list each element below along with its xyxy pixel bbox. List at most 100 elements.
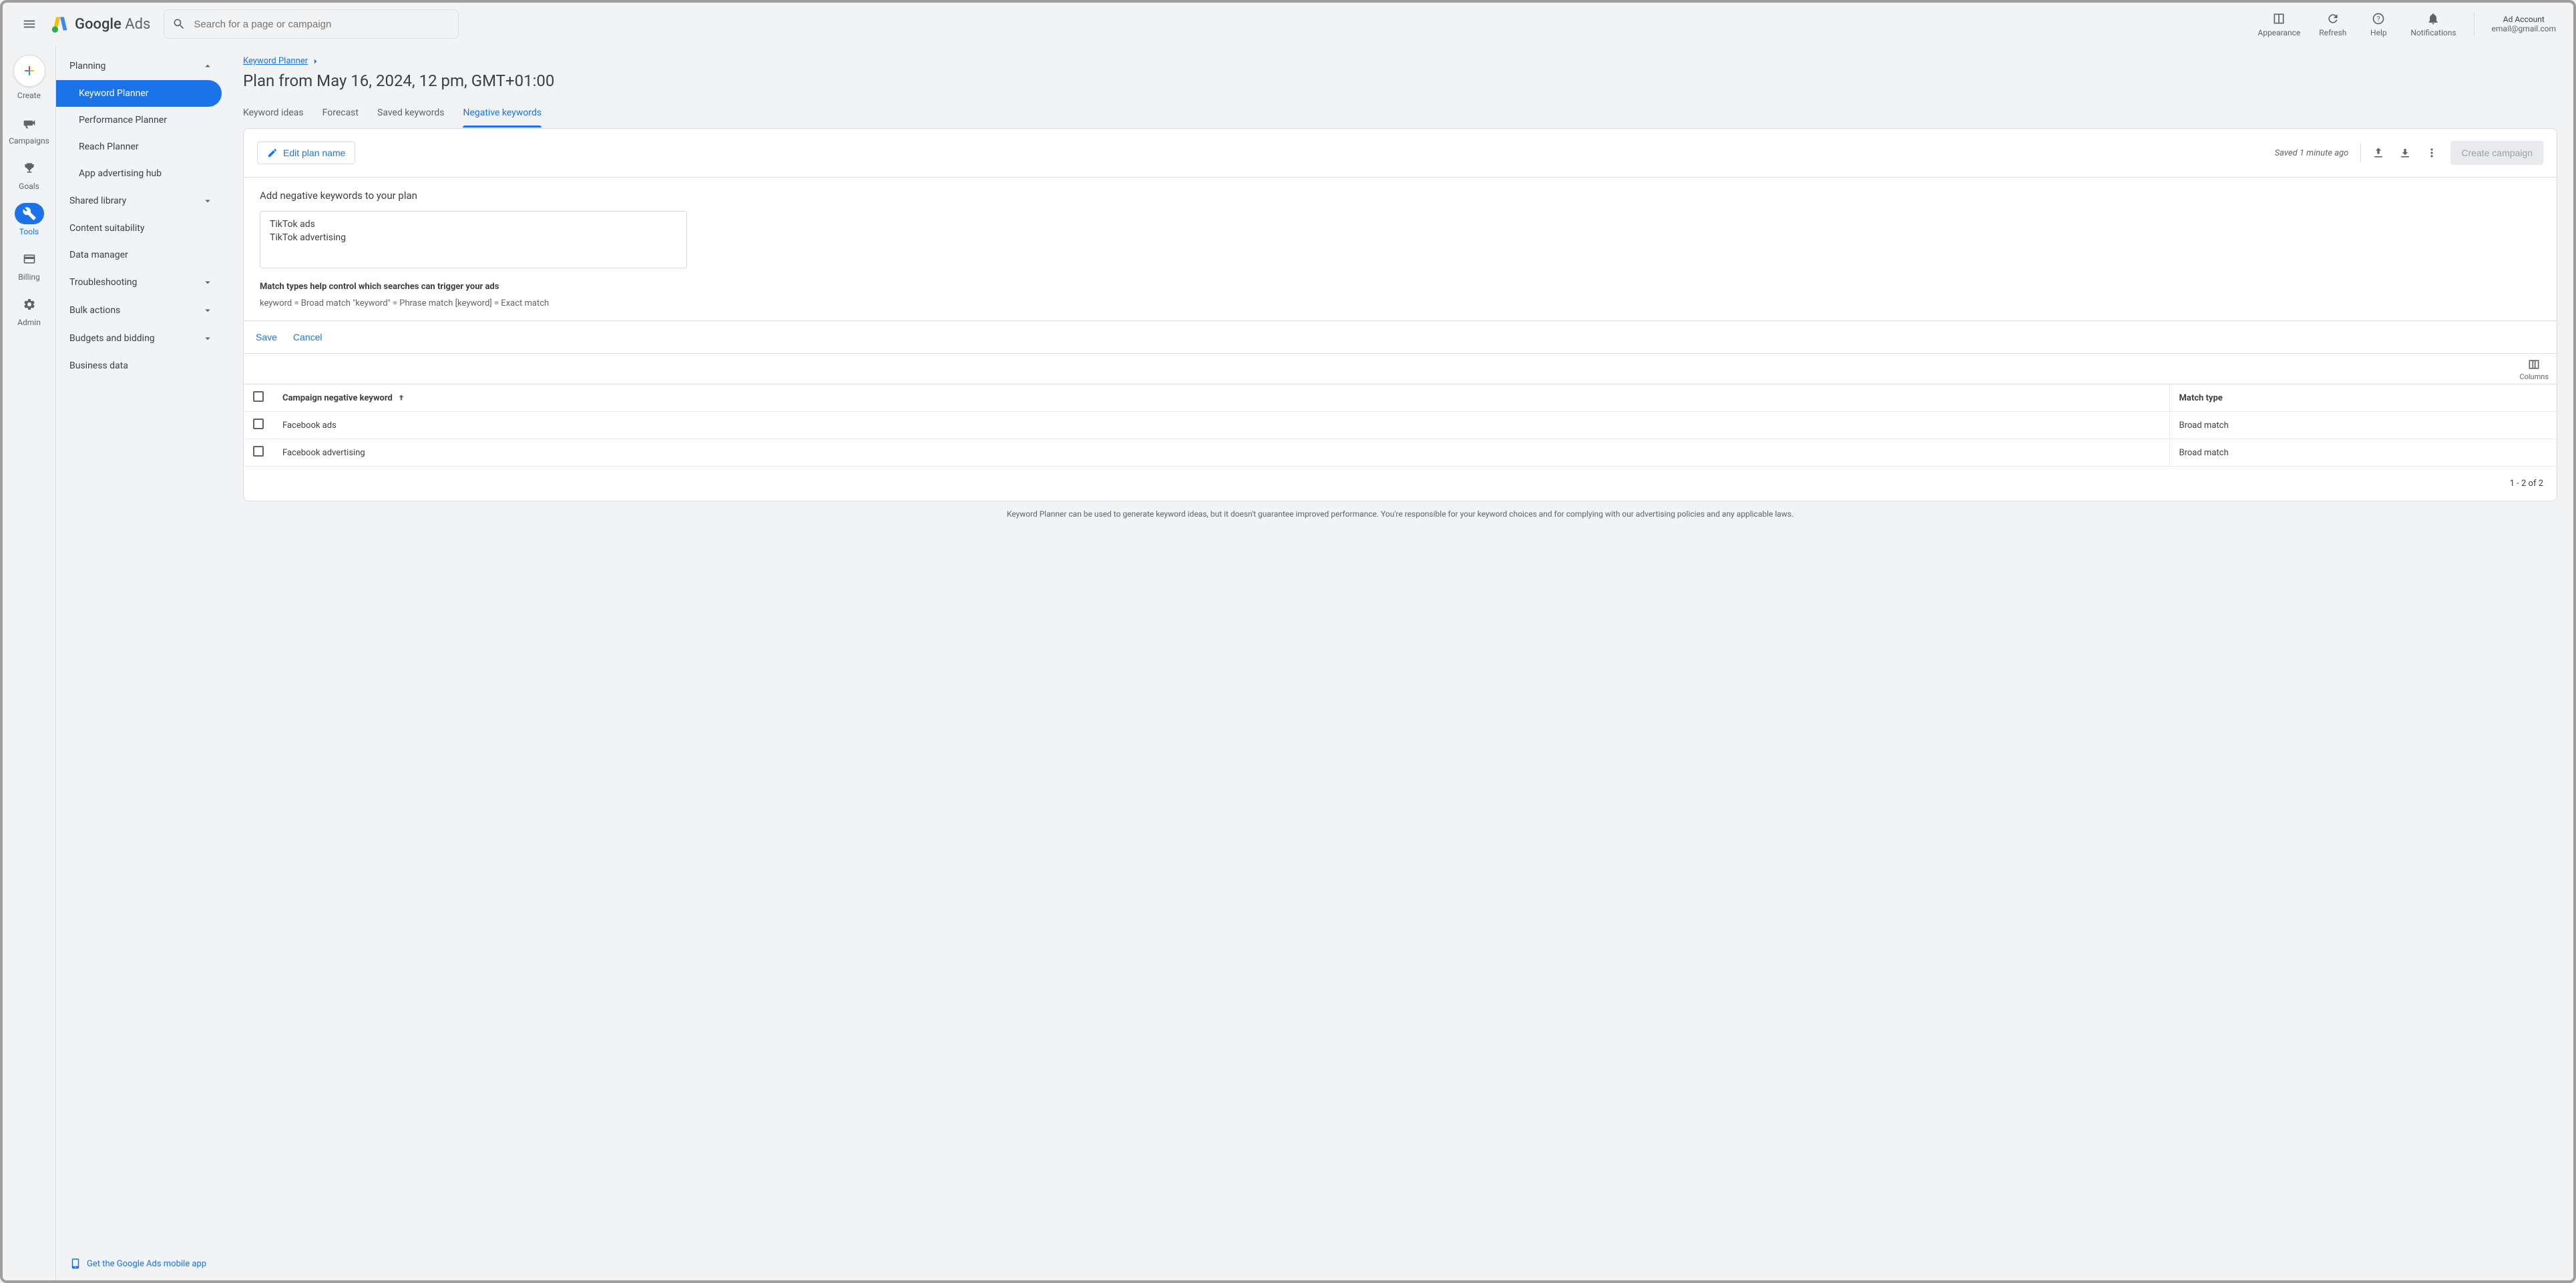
help-icon: ? [2372, 12, 2385, 25]
add-negative-section: Add negative keywords to your plan Match… [244, 178, 2557, 321]
match-type-hint: Match types help control which searches … [260, 282, 2541, 292]
cell-keyword: Facebook advertising [273, 439, 2169, 467]
gear-icon [23, 298, 36, 311]
sidebar-item-reach-planner[interactable]: Reach Planner [56, 134, 222, 160]
save-button[interactable]: Save [256, 332, 277, 342]
menu-icon [22, 17, 37, 31]
tab-negative-keywords[interactable]: Negative keywords [463, 102, 542, 127]
table-row[interactable]: Facebook advertisingBroad match [244, 439, 2557, 467]
header-divider [2474, 12, 2475, 36]
more-button[interactable] [2418, 140, 2445, 166]
negative-keywords-table: Campaign negative keyword Match type Fac… [244, 384, 2557, 467]
tab-saved-keywords[interactable]: Saved keywords [377, 102, 444, 127]
plus-icon [21, 63, 37, 79]
column-header-keyword[interactable]: Campaign negative keyword [273, 384, 2169, 412]
sidebar-group-planning[interactable]: Planning [56, 52, 227, 80]
sidebar-item-data-manager[interactable]: Data manager [56, 242, 227, 268]
rail-tools[interactable]: Tools [3, 203, 55, 236]
sort-asc-icon [397, 393, 406, 403]
rail-campaigns[interactable]: Campaigns [3, 112, 55, 146]
logo-text: Google Ads [75, 16, 150, 33]
sidebar-item-app-hub[interactable]: App advertising hub [56, 160, 222, 187]
negative-actions: Save Cancel [244, 321, 2557, 354]
sidebar-group-troubleshooting[interactable]: Troubleshooting [56, 268, 227, 296]
row-checkbox[interactable] [253, 419, 264, 429]
checkbox-icon[interactable] [253, 391, 264, 402]
refresh-button[interactable]: Refresh [2312, 8, 2353, 40]
google-ads-logo: Google Ads [51, 15, 150, 33]
plan-tabs: Keyword ideas Forecast Saved keywords Ne… [243, 102, 2557, 128]
select-all-header[interactable] [244, 384, 273, 412]
share-button[interactable] [2365, 140, 2392, 166]
app-header: Google Ads Appearance Refresh ? Help Not… [3, 3, 2573, 45]
sidebar-group-shared-library[interactable]: Shared library [56, 187, 227, 215]
get-mobile-app-link[interactable]: Get the Google Ads mobile app [56, 1246, 227, 1280]
search-input[interactable] [194, 19, 450, 30]
refresh-icon [2326, 12, 2340, 25]
account-name: Ad Account [2492, 15, 2556, 24]
plan-toolbar: Edit plan name Saved 1 minute ago Create… [244, 129, 2557, 178]
breadcrumb-keyword-planner[interactable]: Keyword Planner [243, 56, 2557, 66]
chevron-up-icon [202, 60, 214, 72]
tab-forecast[interactable]: Forecast [323, 102, 359, 127]
search-icon [172, 17, 186, 31]
saved-status: Saved 1 minute ago [2275, 148, 2349, 158]
download-button[interactable] [2392, 140, 2418, 166]
google-ads-logo-icon [51, 15, 69, 33]
header-actions: Appearance Refresh ? Help Notifications … [2251, 8, 2563, 40]
cell-match-type: Broad match [2169, 439, 2557, 467]
pagination-info: 1 - 2 of 2 [244, 467, 2557, 501]
columns-icon [2527, 358, 2541, 371]
rail-goals[interactable]: Goals [3, 158, 55, 191]
svg-text:?: ? [2377, 15, 2380, 23]
chevron-down-icon [202, 304, 214, 316]
share-icon [2372, 146, 2385, 160]
cell-keyword: Facebook ads [273, 412, 2169, 439]
card-icon [23, 252, 36, 266]
mobile-icon [69, 1258, 81, 1270]
sidebar-item-performance-planner[interactable]: Performance Planner [56, 107, 222, 134]
rail-admin[interactable]: Admin [3, 294, 55, 327]
sidebar-item-keyword-planner[interactable]: Keyword Planner [56, 80, 222, 107]
column-header-match-type[interactable]: Match type [2169, 384, 2557, 412]
table-row[interactable]: Facebook adsBroad match [244, 412, 2557, 439]
plan-card: Edit plan name Saved 1 minute ago Create… [243, 128, 2557, 501]
disclaimer-text: Keyword Planner can be used to generate … [243, 501, 2557, 521]
negative-keywords-textarea[interactable] [260, 211, 687, 268]
appearance-button[interactable]: Appearance [2251, 8, 2307, 40]
cancel-button[interactable]: Cancel [293, 332, 323, 342]
sidebar-item-business-data[interactable]: Business data [56, 352, 227, 379]
hamburger-menu-button[interactable] [13, 8, 45, 40]
chevron-right-icon [310, 57, 320, 66]
global-search[interactable] [164, 9, 459, 39]
create-button[interactable]: Create [3, 55, 55, 100]
sidebar-item-content-suitability[interactable]: Content suitability [56, 215, 227, 242]
wrench-icon [23, 207, 36, 220]
notifications-button[interactable]: Notifications [2404, 8, 2462, 40]
chevron-down-icon [202, 195, 214, 207]
chevron-down-icon [202, 276, 214, 288]
help-button[interactable]: ? Help [2358, 8, 2398, 40]
tools-sidebar: Planning Keyword Planner Performance Pla… [56, 45, 227, 1280]
chevron-down-icon [202, 332, 214, 344]
page-title: Plan from May 16, 2024, 12 pm, GMT+01:00 [243, 71, 2557, 90]
nav-rail: Create Campaigns Goals Tools Billing Adm… [3, 45, 56, 1280]
tab-keyword-ideas[interactable]: Keyword ideas [243, 102, 304, 127]
account-switcher[interactable]: Ad Account email@gmail.com [2485, 15, 2563, 33]
columns-button[interactable]: Columns [2519, 358, 2549, 381]
megaphone-icon [23, 116, 36, 130]
row-checkbox[interactable] [253, 446, 264, 457]
create-campaign-button: Create campaign [2450, 141, 2543, 165]
pencil-icon [267, 148, 278, 158]
rail-billing[interactable]: Billing [3, 248, 55, 282]
match-type-legend: keyword = Broad match "keyword" = Phrase… [260, 298, 2541, 308]
sidebar-group-bulk-actions[interactable]: Bulk actions [56, 296, 227, 324]
cell-match-type: Broad match [2169, 412, 2557, 439]
more-vert-icon [2425, 146, 2438, 160]
download-icon [2398, 146, 2412, 160]
sidebar-group-budgets-bidding[interactable]: Budgets and bidding [56, 324, 227, 352]
columns-bar: Columns [244, 354, 2557, 384]
appearance-icon [2272, 12, 2286, 25]
trophy-icon [23, 162, 36, 175]
edit-plan-name-button[interactable]: Edit plan name [257, 142, 355, 164]
